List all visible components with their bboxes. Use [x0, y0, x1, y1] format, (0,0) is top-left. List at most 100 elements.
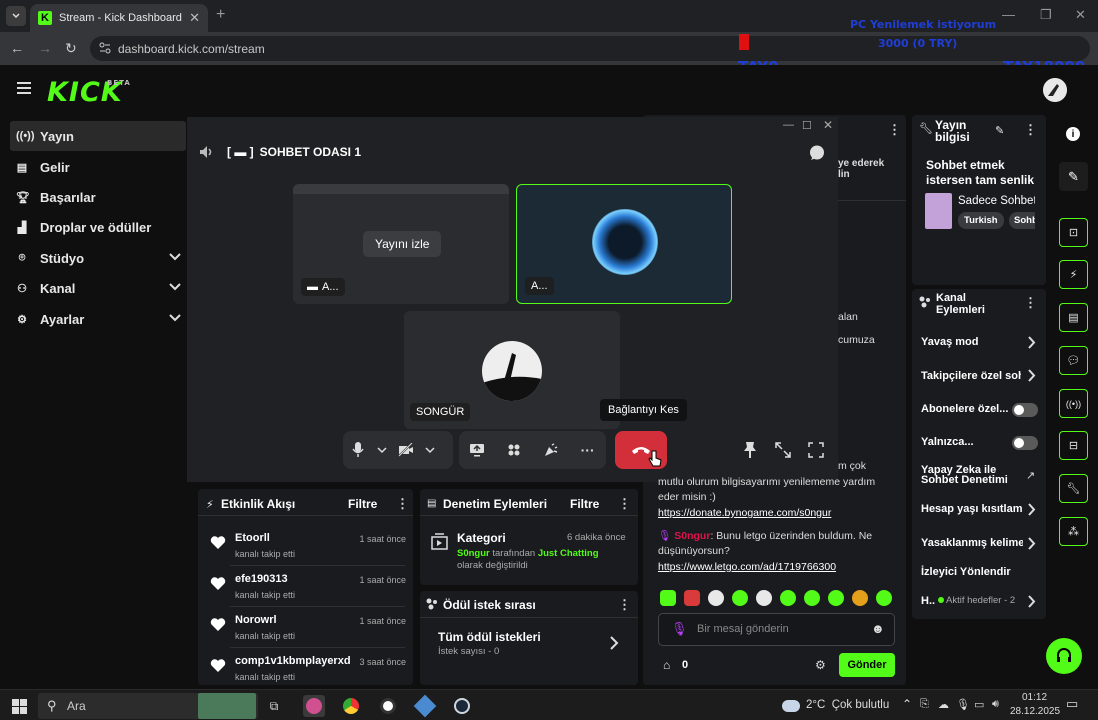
support-button[interactable]: [1046, 638, 1082, 674]
list-item[interactable]: comp1v1kbmplayerxd kanalı takip etti 3 s…: [210, 653, 408, 693]
rail-activity-button[interactable]: ⚡︎: [1059, 260, 1088, 289]
emote-icon[interactable]: [732, 590, 748, 606]
all-reward-requests-link[interactable]: Tüm ödül istekleri İstek sayısı - 0: [420, 620, 638, 666]
edit-layout-button[interactable]: ✎: [1059, 162, 1088, 191]
emote-icon[interactable]: [780, 590, 796, 606]
clock-time[interactable]: 01:12: [1022, 692, 1047, 703]
clock-date[interactable]: 28.12.2025: [1010, 706, 1060, 717]
pin-icon[interactable]: [742, 441, 758, 459]
action-viewer-redirect[interactable]: İzleyici Yönlendir: [921, 566, 1043, 578]
external-link-icon[interactable]: ↗: [1026, 469, 1035, 482]
speaker-icon[interactable]: [199, 145, 215, 159]
chat-username[interactable]: S0ngur: [674, 530, 710, 542]
new-tab-button[interactable]: +: [216, 6, 225, 24]
close-call-button[interactable]: ✕: [823, 118, 833, 132]
chat-settings-icon[interactable]: ⚙: [815, 658, 826, 672]
reload-button[interactable]: ↻: [65, 40, 77, 57]
camera-button[interactable]: [391, 435, 421, 465]
chat-input[interactable]: 🎙︎ Bir mesaj gönderin ☻: [658, 613, 895, 646]
close-window-button[interactable]: ✕: [1075, 7, 1086, 23]
chevron-right-icon[interactable]: [1027, 369, 1036, 382]
gift-icon[interactable]: ⌂: [663, 658, 670, 672]
kick-logo[interactable]: KICK BETA: [47, 77, 130, 108]
moderation-filter-button[interactable]: Filtre: [570, 497, 599, 511]
network-icon[interactable]: ▭: [974, 698, 984, 711]
emotes-only-toggle[interactable]: [1012, 436, 1038, 450]
rail-moderation-button[interactable]: ▤: [1059, 303, 1088, 332]
windows-start-icon[interactable]: [8, 695, 30, 717]
sidebar-item-kanal[interactable]: ⚇ Kanal: [10, 273, 186, 303]
moderation-menu-icon[interactable]: ⋮: [618, 496, 631, 512]
video-options-button[interactable]: [421, 435, 439, 465]
back-button[interactable]: ←: [10, 40, 24, 56]
watch-stream-button[interactable]: Yayını izle: [363, 231, 442, 257]
emote-icon[interactable]: [660, 590, 676, 606]
stream-info-menu-icon[interactable]: ⋮: [1024, 122, 1037, 138]
participant-tile-self[interactable]: SONGÜR: [404, 311, 620, 429]
rail-chat-button[interactable]: 💬︎: [1059, 346, 1088, 375]
minimize-button[interactable]: —: [1002, 7, 1015, 22]
chat-menu-icon[interactable]: ⋮: [888, 122, 901, 138]
tray-icon[interactable]: ☁: [938, 698, 949, 711]
emote-icon[interactable]: [756, 590, 772, 606]
action-slow-mode[interactable]: Yavaş mod: [921, 336, 1043, 348]
popout-icon[interactable]: [775, 442, 791, 458]
sidebar-item-studyo[interactable]: ⌾ Stüdyo: [10, 243, 186, 273]
taskbar-chrome-icon[interactable]: [340, 695, 362, 717]
rail-actions-button[interactable]: ⁂: [1059, 517, 1088, 546]
screen-share-button[interactable]: [462, 435, 492, 465]
subscribers-only-toggle[interactable]: [1012, 403, 1038, 417]
site-info-icon[interactable]: [99, 42, 111, 54]
list-item[interactable]: Etoorll kanalı takip etti 1 saat önce: [210, 530, 408, 570]
info-icon[interactable]: i: [1066, 127, 1080, 141]
sidebar-item-basarilar[interactable]: 🏆︎ Başarılar: [10, 182, 186, 212]
restore-button[interactable]: ❐: [1040, 7, 1052, 23]
weather-icon[interactable]: [780, 695, 802, 717]
avatar[interactable]: [1043, 78, 1067, 102]
participant-tile-speaking[interactable]: A...: [516, 184, 732, 304]
activities-button[interactable]: [499, 435, 529, 465]
taskbar-obs-icon[interactable]: [377, 695, 399, 717]
action-ai-moderation[interactable]: Yapay Zeka ile Sohbet Denetimi: [921, 465, 1021, 486]
microphone-button[interactable]: [343, 435, 373, 465]
taskbar-search[interactable]: ⚲ Ara: [38, 693, 258, 719]
more-options-button[interactable]: ···: [573, 435, 603, 465]
list-item[interactable]: efe190313 kanalı takip etti 1 saat önce: [210, 571, 408, 611]
hamburger-menu-icon[interactable]: [17, 82, 31, 94]
rail-broadcast-button[interactable]: ((•)): [1059, 389, 1088, 418]
volume-icon[interactable]: 🔊︎: [992, 698, 999, 711]
minimize-call-button[interactable]: —: [783, 119, 794, 131]
emote-icon[interactable]: [852, 590, 868, 606]
rail-layout-button[interactable]: ⊟: [1059, 431, 1088, 460]
send-button[interactable]: Gönder: [839, 653, 895, 677]
taskbar-app-icon[interactable]: [413, 694, 437, 718]
forward-button[interactable]: →: [38, 40, 52, 56]
sidebar-item-droplar[interactable]: ▟ Droplar ve ödüller: [10, 212, 186, 242]
sidebar-item-yayin[interactable]: ((•)) Yayın: [10, 121, 186, 151]
participant-tile-screen[interactable]: Yayını izle ▬ A...: [293, 184, 509, 304]
chat-link[interactable]: https://www.letgo.com/ad/1719766300: [658, 560, 836, 575]
taskbar-steam-icon[interactable]: [451, 695, 473, 717]
browser-tab[interactable]: K Stream - Kick Dashboard ✕: [30, 4, 208, 32]
emote-icon[interactable]: [684, 590, 700, 606]
chevron-right-icon[interactable]: [1027, 503, 1036, 516]
list-item[interactable]: Norowrl kanalı takip etti 1 saat önce: [210, 612, 408, 652]
emote-icon[interactable]: [804, 590, 820, 606]
emote-icon[interactable]: [828, 590, 844, 606]
maximize-call-button[interactable]: ☐: [802, 119, 812, 132]
action-banned-words[interactable]: Yasaklanmış kelime: [921, 537, 1023, 549]
tray-microphone-icon[interactable]: 🎙︎: [956, 698, 970, 711]
edit-pencil-icon[interactable]: ✎: [995, 124, 1004, 137]
tray-icon[interactable]: ⎘: [920, 698, 929, 711]
task-view-icon[interactable]: ⧉: [263, 695, 285, 717]
rail-tools-button[interactable]: 🔧︎: [1059, 474, 1088, 503]
close-tab-icon[interactable]: ✕: [189, 10, 200, 26]
action-followers-only[interactable]: Takipçilere özel soh: [921, 370, 1021, 382]
sidebar-item-ayarlar[interactable]: ⚙ Ayarlar: [10, 304, 186, 334]
emoji-icon[interactable]: ☻: [871, 621, 885, 636]
channel-actions-menu-icon[interactable]: ⋮: [1024, 295, 1037, 311]
emote-icon[interactable]: [708, 590, 724, 606]
activity-filter-button[interactable]: Filtre: [348, 497, 377, 511]
microphone-icon[interactable]: 🎙︎: [671, 621, 688, 637]
category-name[interactable]: Just Chatting: [538, 548, 599, 559]
